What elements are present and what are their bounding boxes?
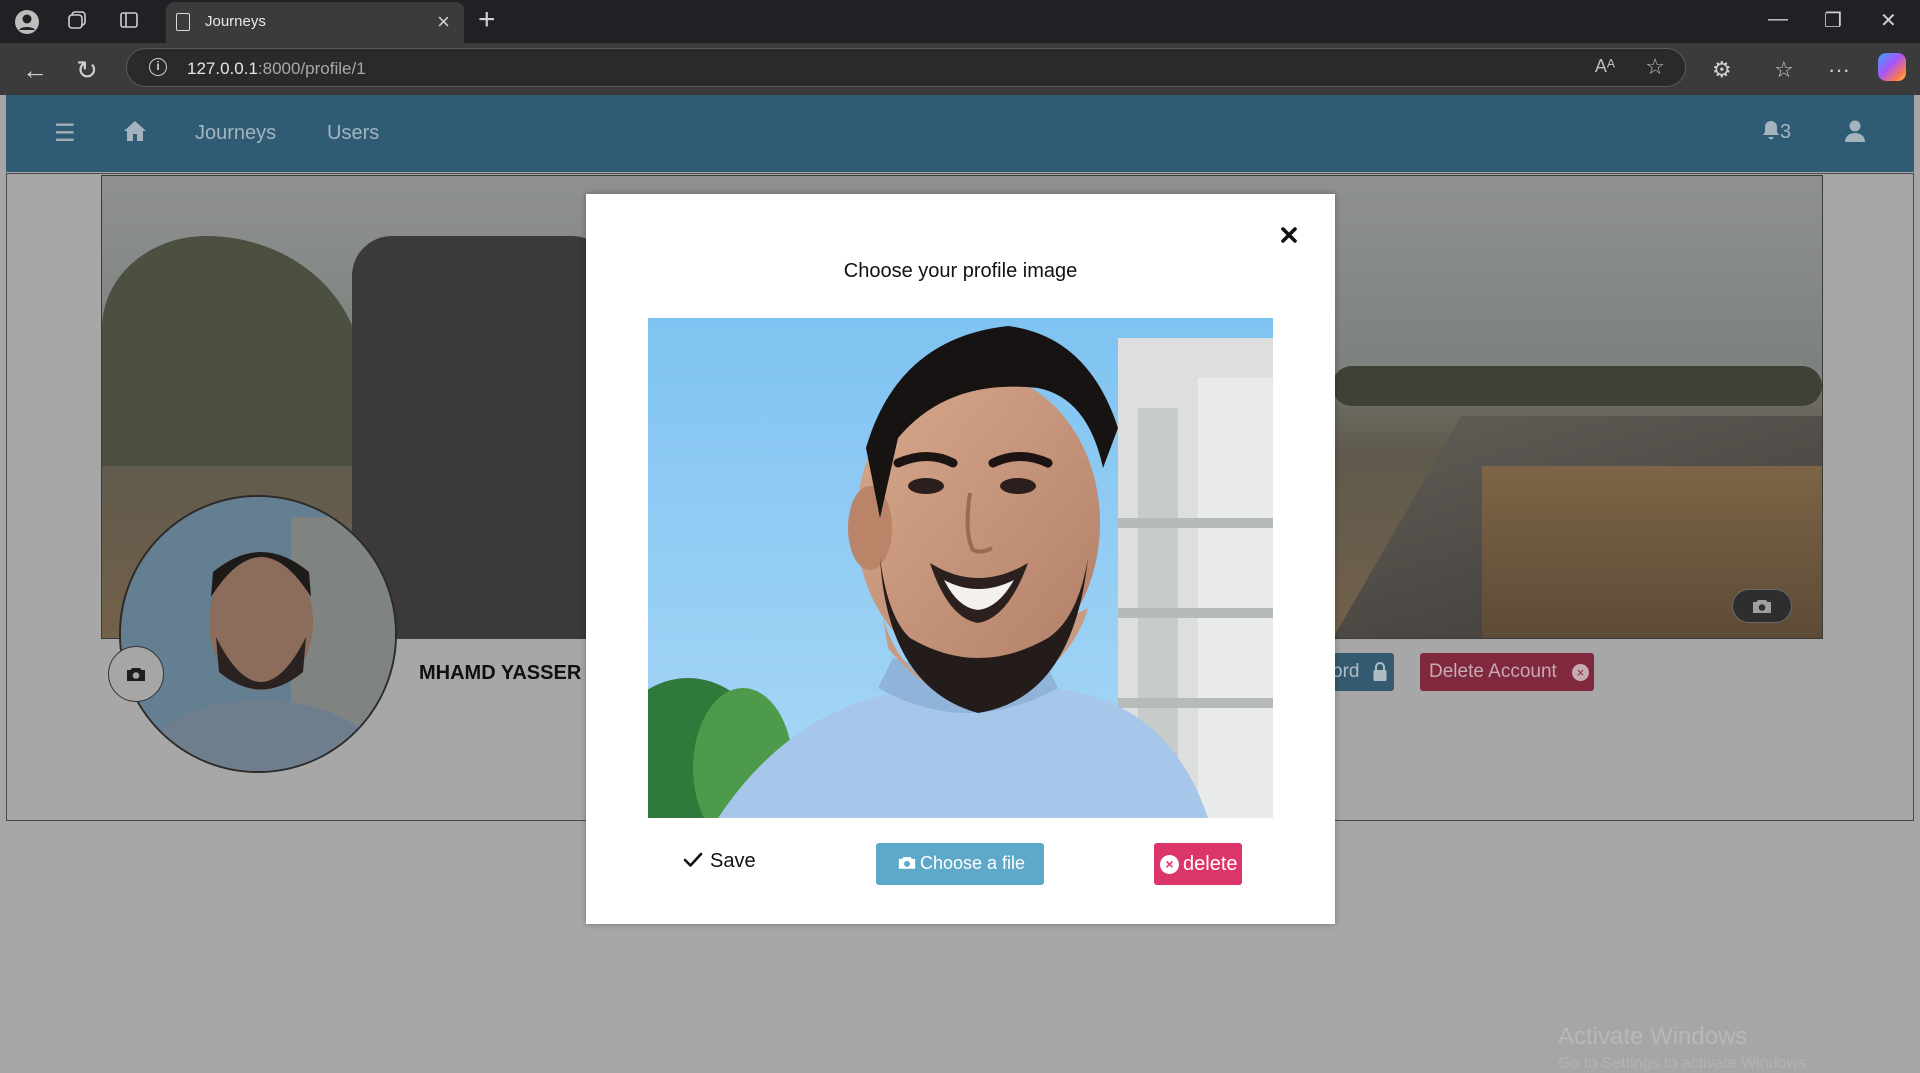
close-tab-icon[interactable]: × bbox=[437, 9, 450, 35]
profile-image-preview bbox=[648, 318, 1273, 818]
browser-tab-bar: Journeys × + — ❐ ✕ bbox=[0, 0, 1920, 43]
browser-tab-journeys[interactable]: Journeys × bbox=[166, 2, 464, 43]
activate-windows-subtitle: Go to Settings to activate Windows. bbox=[1558, 1055, 1811, 1072]
profile-image-modal: Choose your profile image Save Choose a … bbox=[586, 194, 1335, 924]
new-tab-icon[interactable]: + bbox=[478, 3, 496, 37]
address-bar-row: ← ↻ i 127.0.0.1:8000/profile/1 Aᴬ ☆ ⚙ ☆ … bbox=[0, 43, 1920, 95]
minimize-icon[interactable]: — bbox=[1768, 8, 1788, 31]
camera-icon bbox=[1753, 600, 1771, 613]
close-window-icon[interactable]: ✕ bbox=[1880, 8, 1897, 33]
checkmark-icon bbox=[683, 852, 703, 867]
tab-title: Journeys bbox=[205, 13, 266, 30]
notification-count: 3 bbox=[1780, 121, 1792, 143]
change-avatar-button[interactable] bbox=[108, 646, 164, 702]
more-menu-icon[interactable]: ··· bbox=[1828, 57, 1850, 83]
copilot-icon[interactable] bbox=[1878, 53, 1906, 81]
circle-x-icon: × bbox=[1572, 664, 1589, 681]
site-info-icon[interactable]: i bbox=[149, 58, 167, 76]
modal-title: Choose your profile image bbox=[843, 260, 1078, 282]
profile-avatar bbox=[119, 495, 397, 773]
delete-account-button[interactable]: Delete Account × bbox=[1420, 653, 1594, 691]
app-navbar: ☰ Journeys Users 3 bbox=[6, 95, 1914, 172]
close-icon[interactable] bbox=[1276, 222, 1302, 248]
restore-icon[interactable]: ❐ bbox=[1824, 8, 1842, 33]
url-text[interactable]: 127.0.0.1:8000/profile/1 bbox=[187, 59, 366, 79]
vertical-tabs-icon[interactable] bbox=[118, 9, 144, 35]
favorites-icon[interactable]: ☆ bbox=[1774, 57, 1794, 83]
reload-icon[interactable]: ↻ bbox=[76, 55, 98, 86]
choose-file-button[interactable]: Choose a file bbox=[876, 843, 1044, 885]
camera-icon bbox=[898, 857, 916, 869]
nav-link-journeys[interactable]: Journeys bbox=[195, 122, 276, 145]
user-icon[interactable] bbox=[1844, 119, 1866, 148]
delete-image-button[interactable]: × delete bbox=[1154, 843, 1242, 885]
profile-icon[interactable] bbox=[14, 9, 40, 35]
back-icon[interactable]: ← bbox=[22, 55, 48, 86]
bell-icon bbox=[1763, 121, 1779, 140]
activate-windows-title: Activate Windows bbox=[1558, 1023, 1748, 1050]
extensions-icon[interactable]: ⚙ bbox=[1712, 57, 1732, 83]
workspaces-icon[interactable] bbox=[66, 9, 92, 35]
save-button[interactable]: Save bbox=[683, 844, 763, 880]
menu-icon[interactable]: ☰ bbox=[54, 119, 76, 148]
camera-icon bbox=[127, 668, 145, 681]
profile-name: MHAMD YASSER bbox=[419, 662, 582, 684]
nav-link-users[interactable]: Users bbox=[327, 122, 379, 145]
home-icon[interactable] bbox=[122, 119, 148, 148]
change-cover-button[interactable] bbox=[1732, 589, 1792, 623]
read-aloud-icon[interactable]: Aᴬ bbox=[1595, 56, 1615, 77]
change-password-button[interactable]: ord bbox=[1332, 653, 1394, 691]
circle-x-icon: × bbox=[1160, 855, 1179, 874]
address-bar[interactable]: i 127.0.0.1:8000/profile/1 Aᴬ ☆ bbox=[126, 48, 1686, 87]
notifications[interactable]: 3 bbox=[1762, 120, 1791, 144]
lock-icon bbox=[1373, 662, 1387, 681]
favorite-star-icon[interactable]: ☆ bbox=[1645, 54, 1665, 80]
page-icon bbox=[176, 13, 190, 31]
